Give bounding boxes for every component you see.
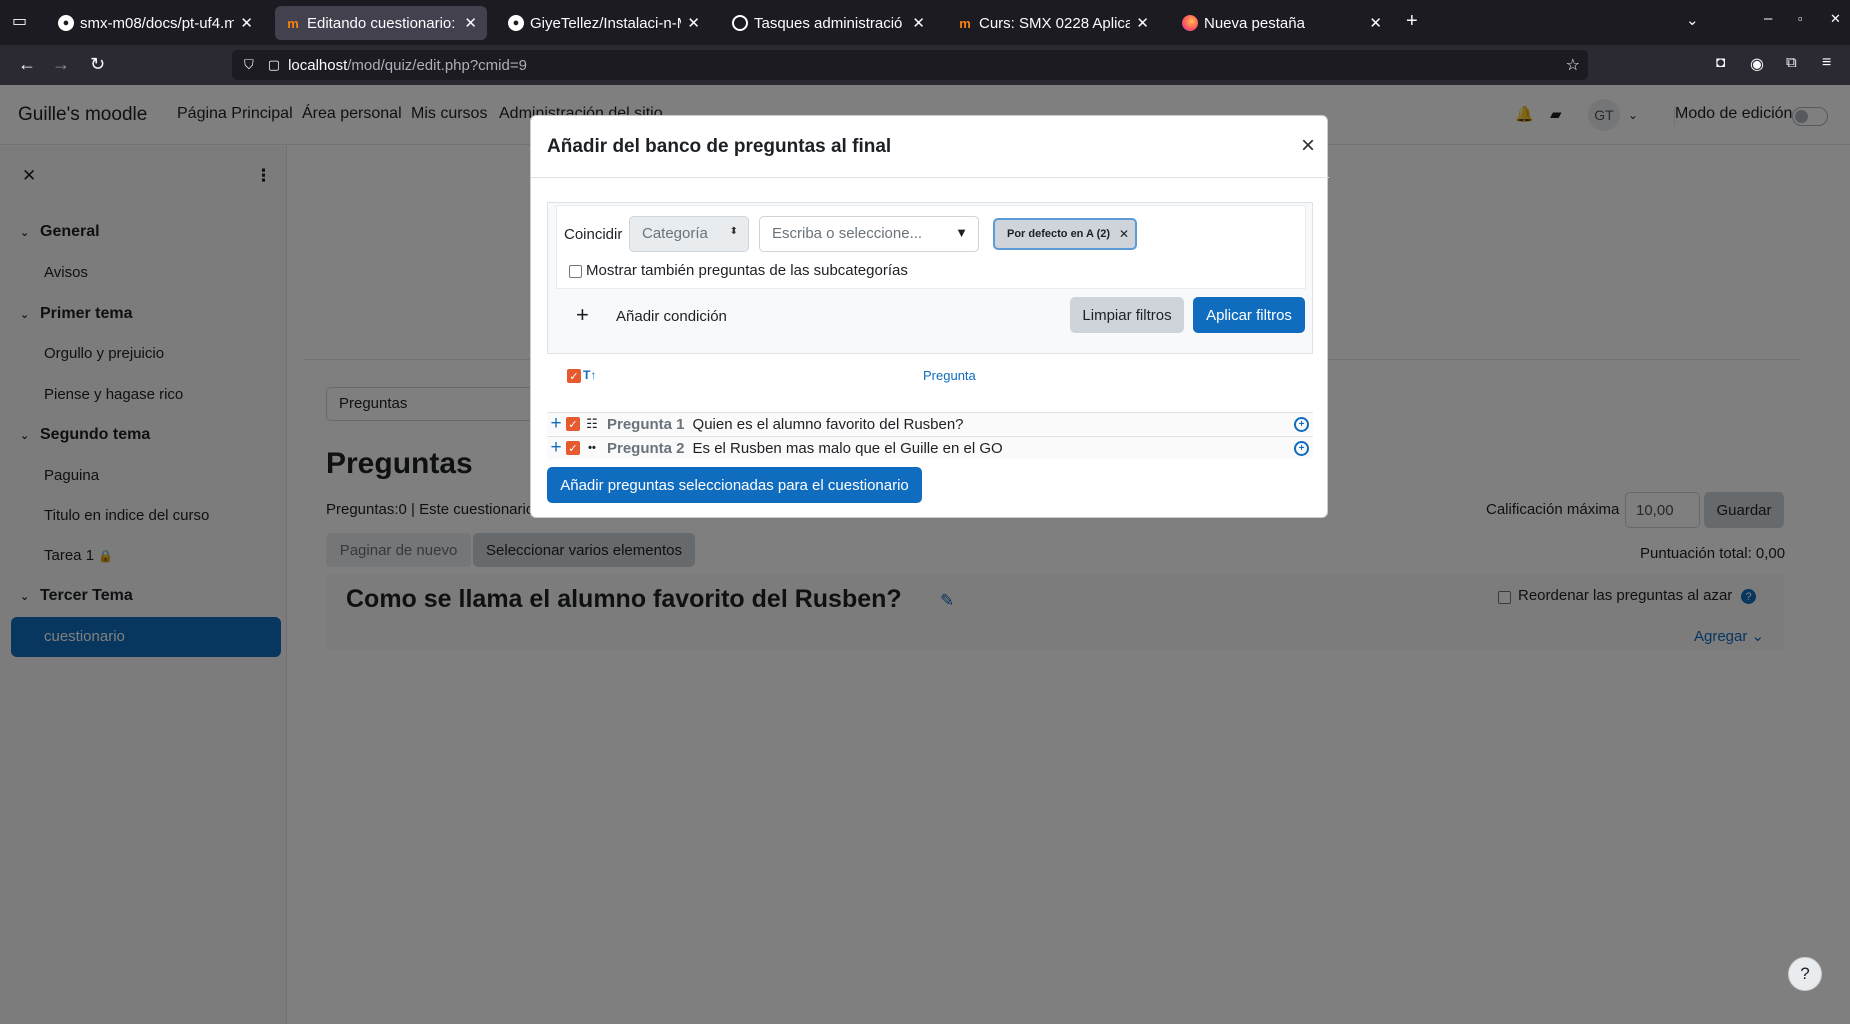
selected-category-chip[interactable]: Por defecto en A (2) ✕ [993,218,1137,250]
bookmark-star-icon[interactable]: ☆ [1566,55,1580,75]
tab-title: Curs: SMX 0228 Aplicacio [979,14,1131,32]
tab-2[interactable]: m Editando cuestionario: cu ✕ [275,6,487,40]
back-icon[interactable]: ← [18,54,36,75]
browser-nav-bar: ← → ↻ ⛉ ▢ localhost/mod/quiz/edit.php?cm… [0,45,1850,85]
question-name: Pregunta 1 [607,415,685,433]
account-icon[interactable]: ◉ [1750,54,1764,74]
filter-condition: Coincidir Categoría ⬍ Escriba o seleccion… [556,205,1306,289]
close-icon[interactable]: ✕ [1369,14,1382,32]
close-icon[interactable]: ✕ [464,14,477,32]
minimize-icon[interactable]: – [1764,10,1772,27]
add-selected-questions-button[interactable]: Añadir preguntas seleccionadas para el c… [547,467,922,503]
remove-chip-icon: ✕ [1118,227,1129,241]
multichoice-icon: ☷ [586,416,598,431]
question-text: Es el Rusben mas malo que el Guille en e… [692,439,1003,457]
url-host: localhost [288,56,348,74]
add-icon[interactable]: + [546,437,566,459]
add-icon[interactable]: + [546,413,566,435]
preview-zoom-icon[interactable]: + [1294,440,1309,456]
moodle-icon: m [287,15,299,31]
sort-type-header[interactable]: T↑ [583,368,596,382]
add-condition-icon[interactable]: + [576,302,589,328]
tab-5[interactable]: m Curs: SMX 0228 Aplicacio ✕ [947,6,1159,40]
close-icon[interactable]: ✕ [687,14,700,32]
modal-header: Añadir del banco de preguntas al final × [531,116,1329,178]
tab-3[interactable]: ● GiyeTellez/Instalaci-n-Mo ✕ [498,6,710,40]
tab-list-icon[interactable]: ▭ [12,11,27,31]
table-row: + ✓ ☷ Pregunta 1 Quien es el alumno favo… [547,412,1313,435]
table-row: + ✓ •• Pregunta 2 Es el Rusben mas malo … [547,436,1313,459]
close-icon[interactable]: ✕ [1136,14,1149,32]
extensions-icon[interactable]: ⧉ [1786,54,1797,71]
question-checkbox[interactable]: ✓ [566,417,580,431]
tab-6[interactable]: Nueva pestaña ✕ [1172,6,1392,40]
show-subcategories-checkbox[interactable] [569,265,582,278]
modal-title: Añadir del banco de preguntas al final [547,136,892,157]
tab-title: Nueva pestaña [1204,14,1305,32]
maximize-icon[interactable]: ▫ [1798,11,1803,26]
firefox-icon [1182,15,1198,31]
window-close-icon[interactable]: ✕ [1830,11,1841,27]
question-column-header[interactable]: Pregunta [923,368,976,383]
github-icon: ● [508,15,524,31]
browser-tab-bar: ▭ ● smx-m08/docs/pt-uf4.md ✕ m Editando … [0,0,1850,45]
select-all-checkbox[interactable]: ✓ [567,369,581,383]
close-icon[interactable]: ✕ [912,14,925,32]
category-select[interactable]: Categoría ⬍ [629,216,749,252]
url-path: /mod/quiz/edit.php?cmid=9 [347,56,527,74]
question-bank-modal: Añadir del banco de preguntas al final ×… [530,115,1329,518]
tab-title: smx-m08/docs/pt-uf4.md [80,14,235,32]
add-condition-button[interactable]: Añadir condición [616,308,727,325]
match-label: Coincidir [564,226,623,243]
shield-icon: ⛉ [244,57,254,72]
new-tab-icon[interactable]: + [1406,10,1418,33]
tab-4[interactable]: Tasques administració Mo ✕ [722,6,935,40]
show-subcategories-label: Mostrar también preguntas de las subcate… [586,262,908,279]
question-checkbox[interactable]: ✓ [566,441,580,455]
reload-icon[interactable]: ↻ [90,54,105,75]
tab-title: Tasques administració Mo [754,14,906,32]
close-icon[interactable]: ✕ [240,14,253,32]
close-icon[interactable]: × [1301,132,1315,160]
clear-filters-button[interactable]: Limpiar filtros [1070,297,1184,333]
dropdown-arrow-icon: ▼ [955,225,968,240]
tab-1[interactable]: ● smx-m08/docs/pt-uf4.md ✕ [48,6,263,40]
github-icon: ● [58,15,74,31]
preview-zoom-icon[interactable]: + [1294,416,1309,432]
question-text: Quien es el alumno favorito del Rusben? [692,415,964,433]
menu-icon[interactable]: ≡ [1822,54,1831,72]
chevron-down-icon[interactable]: ⌄ [1686,11,1699,29]
openai-icon [732,15,748,31]
url-bar[interactable]: ⛉ ▢ localhost/mod/quiz/edit.php?cmid=9 ☆ [232,50,1588,80]
filter-panel: Coincidir Categoría ⬍ Escriba o seleccion… [547,202,1313,354]
truefalse-icon: •• [588,442,596,454]
sort-icon: ⬍ [729,226,738,237]
tab-title: Editando cuestionario: cu [307,14,458,32]
pocket-icon[interactable]: ◘ [1716,54,1725,71]
page-info-icon: ▢ [267,57,281,72]
apply-filters-button[interactable]: Aplicar filtros [1193,297,1305,333]
category-search-input[interactable]: Escriba o seleccione... ▼ [759,216,979,252]
forward-icon[interactable]: → [52,54,70,75]
help-button[interactable]: ? [1788,957,1822,991]
tab-title: GiyeTellez/Instalaci-n-Mo [530,14,682,32]
question-name: Pregunta 2 [607,439,685,457]
moodle-icon: m [959,15,971,31]
